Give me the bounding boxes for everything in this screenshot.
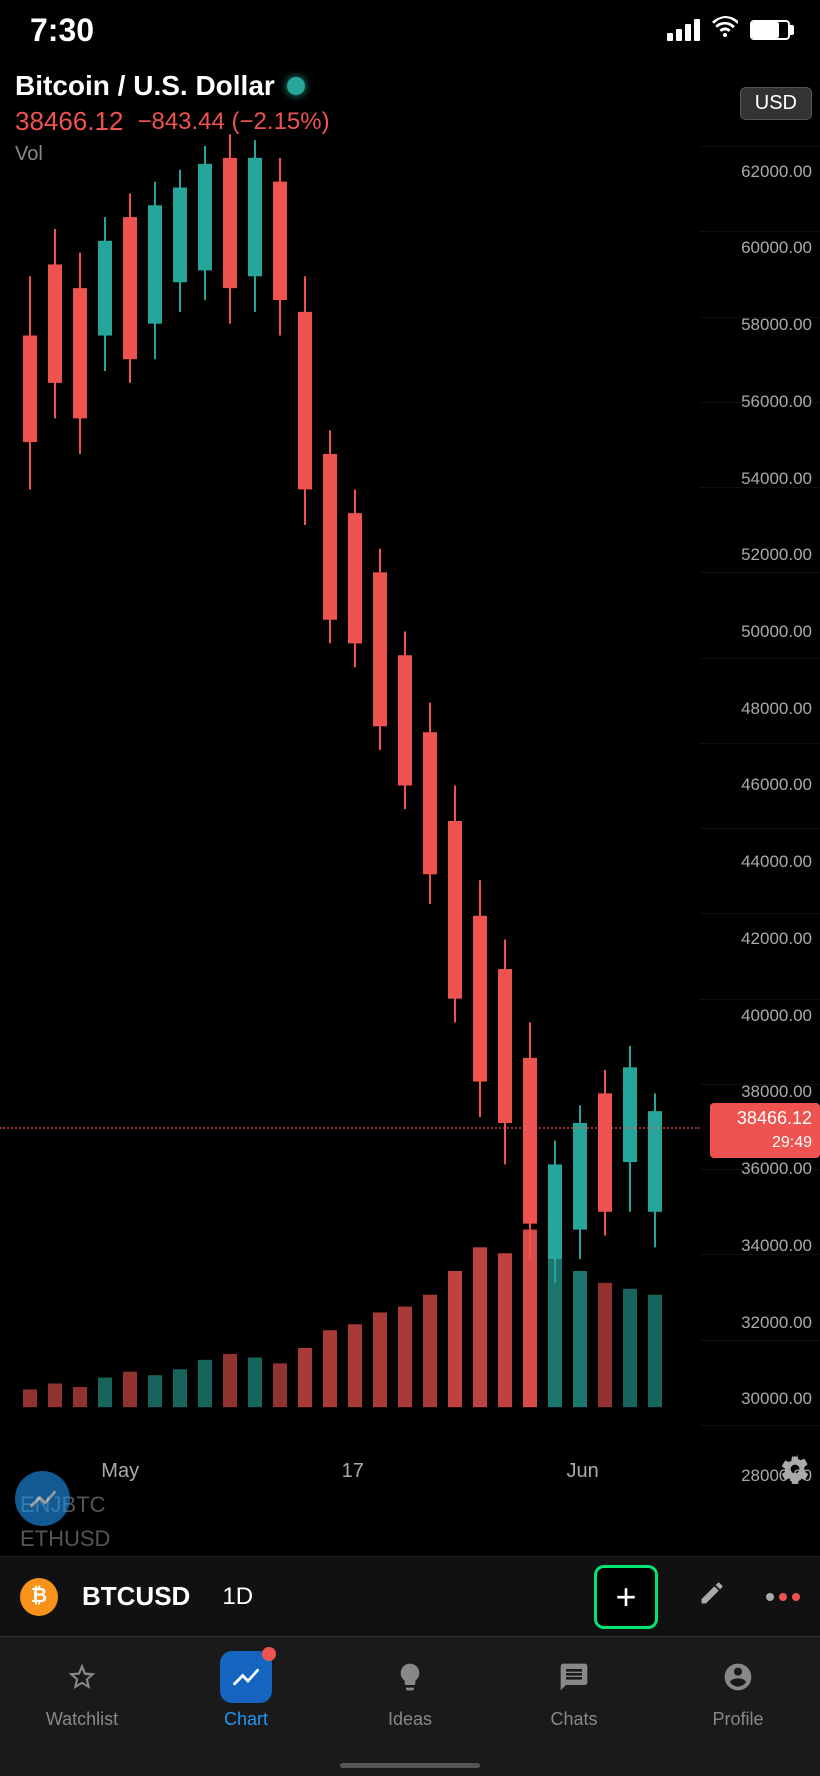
chats-tab-icon <box>548 1651 600 1703</box>
watchlist-tab-icon <box>56 1651 108 1703</box>
date-may: May <box>101 1460 139 1483</box>
timeframe-text: 1D <box>222 1583 253 1611</box>
price-change: −843.44 (−2.15%) <box>137 108 329 136</box>
watchlist-tab-label: Watchlist <box>46 1709 118 1730</box>
tab-profile[interactable]: Profile <box>656 1651 820 1730</box>
live-indicator <box>287 77 305 95</box>
chart-tab-label: Chart <box>224 1709 268 1730</box>
wifi-icon <box>712 16 738 44</box>
home-indicator <box>340 1763 480 1768</box>
btc-icon: ₿ <box>20 1578 58 1616</box>
watchlist-item-enj: ENJBTC <box>20 1488 800 1522</box>
pair-name: Bitcoin / U.S. Dollar <box>15 70 275 102</box>
date-17: 17 <box>342 1460 364 1483</box>
current-price-header: 38466.12 <box>15 106 123 137</box>
tab-bar: Watchlist Chart Ideas Chats <box>0 1636 820 1776</box>
chart-tab-badge <box>262 1647 276 1661</box>
current-price-label: 38466.12 29:49 <box>710 1103 820 1158</box>
watchlist-peek: ENJBTC ETHUSD <box>0 1488 820 1556</box>
ideas-tab-label: Ideas <box>388 1709 432 1730</box>
drawing-button[interactable] <box>698 1579 726 1614</box>
chart-header: Bitcoin / U.S. Dollar 38466.12 −843.44 (… <box>0 60 820 176</box>
chart-settings-button[interactable] <box>780 1454 810 1491</box>
tab-chats[interactable]: Chats <box>492 1651 656 1730</box>
tab-watchlist[interactable]: Watchlist <box>0 1651 164 1730</box>
add-indicator-button[interactable]: + <box>594 1565 658 1629</box>
more-options-button[interactable] <box>766 1593 800 1601</box>
tab-chart[interactable]: Chart <box>164 1651 328 1730</box>
profile-tab-icon <box>712 1651 764 1703</box>
status-icons <box>667 16 790 44</box>
price-axis: 64000.00 62000.00 60000.00 58000.00 5600… <box>700 75 820 1496</box>
profile-tab-label: Profile <box>712 1709 763 1730</box>
signal-icon <box>667 19 700 41</box>
date-jun: Jun <box>566 1460 598 1483</box>
chart-area[interactable]: 64000.00 62000.00 60000.00 58000.00 5600… <box>0 75 820 1496</box>
battery-icon <box>750 20 790 40</box>
symbol-text: BTCUSD <box>82 1581 190 1612</box>
ideas-tab-icon <box>384 1651 436 1703</box>
price-horizontal-line <box>0 1127 700 1129</box>
status-time: 7:30 <box>30 12 94 49</box>
tab-ideas[interactable]: Ideas <box>328 1651 492 1730</box>
status-bar: 7:30 <box>0 0 820 60</box>
watchlist-item-eth: ETHUSD <box>20 1522 800 1556</box>
chats-tab-label: Chats <box>550 1709 597 1730</box>
chart-tab-icon <box>220 1651 272 1703</box>
bottom-toolbar: ₿ BTCUSD 1D + <box>0 1556 820 1636</box>
tradingview-logo <box>15 1471 70 1526</box>
candlestick-chart <box>0 75 700 1496</box>
vol-label: Vol <box>15 143 805 166</box>
